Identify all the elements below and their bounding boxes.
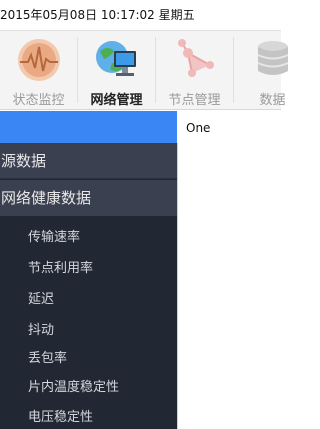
- sidebar-item-transfer-rate[interactable]: 传输速率: [28, 226, 80, 245]
- toolbar-label-node-management: 节点管理: [168, 93, 221, 108]
- toolbar-status-monitor[interactable]: 状态监控: [0, 31, 77, 110]
- node-network-icon: [177, 39, 214, 77]
- datetime-display: 2015年05月08日 10:17:02 星期五: [0, 8, 195, 22]
- database-icon: [257, 41, 288, 75]
- sidebar-item-chip-temperature-stability[interactable]: 片内温度稳定性: [28, 376, 119, 395]
- toolbar-label-network-management: 网络管理: [90, 93, 143, 108]
- sidebar-item-latency[interactable]: 延迟: [28, 288, 54, 307]
- toolbar-node-management[interactable]: 节点管理: [156, 31, 233, 110]
- sidebar-header-bar: [0, 111, 177, 143]
- sidebar-item-voltage-stability[interactable]: 电压稳定性: [28, 406, 93, 425]
- heartbeat-monitor-icon: [17, 39, 60, 81]
- sidebar-item-packet-loss[interactable]: 丢包率: [28, 347, 67, 366]
- main-toolbar: 状态监控 网络管理 节点管理 数据: [0, 30, 288, 110]
- sidebar: 源数据 网络健康数据 传输速率 节点利用率 延迟 抖动 丢包率 片内温度稳定性 …: [0, 143, 177, 429]
- sidebar-item-jitter[interactable]: 抖动: [28, 319, 54, 338]
- toolbar-label-data: 数据: [259, 93, 286, 108]
- panel-divider: [177, 143, 178, 429]
- toolbar-label-status-monitor: 状态监控: [12, 93, 65, 108]
- toolbar-network-management[interactable]: 网络管理: [78, 31, 155, 110]
- toolbar-data[interactable]: 数据: [234, 31, 311, 110]
- sidebar-item-node-utilization[interactable]: 节点利用率: [28, 257, 93, 276]
- sidebar-category-source-data[interactable]: 源数据: [0, 143, 177, 179]
- sidebar-category-network-health-data[interactable]: 网络健康数据: [0, 180, 177, 216]
- content-tab-one[interactable]: One: [186, 121, 210, 135]
- globe-computer-icon: [95, 41, 136, 76]
